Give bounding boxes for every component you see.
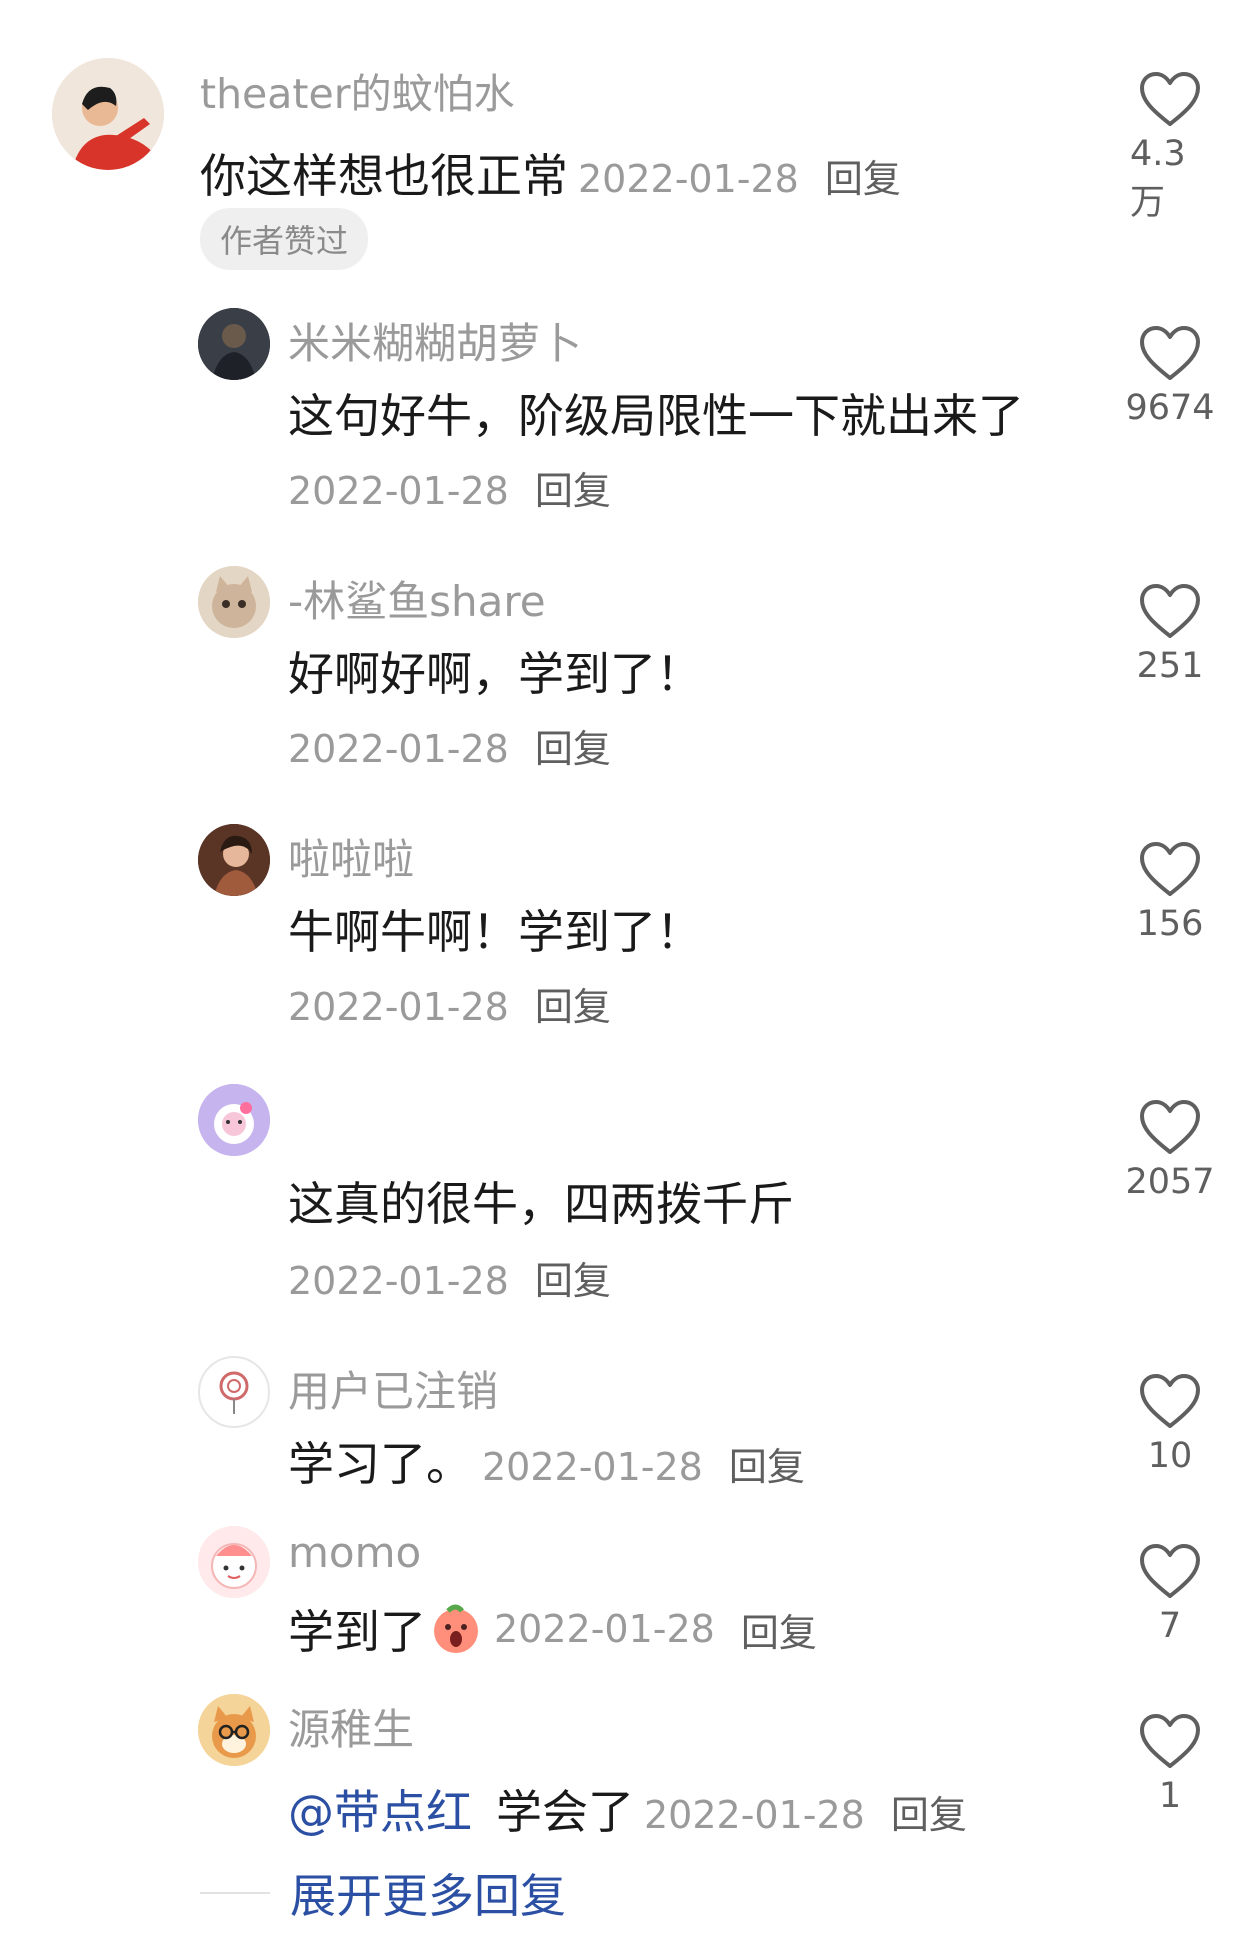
divider [200, 1892, 270, 1894]
like-count: 7 [1158, 1606, 1182, 1646]
like-count: 10 [1147, 1436, 1193, 1476]
reply-button[interactable]: 回复 [535, 1259, 611, 1303]
like-count: 156 [1136, 904, 1204, 944]
user-avatar[interactable] [198, 308, 270, 380]
comment-date: 2022-01-28 [494, 1607, 715, 1651]
comment-username[interactable]: theater的蚊怕水 [200, 60, 515, 120]
comment-meta: 2022-01-28 回复 [288, 976, 611, 1031]
comment-body: 学到了 2022-01-28 回复 [288, 1596, 817, 1662]
comment-text: 你这样想也很正常 [200, 149, 568, 203]
lollipop-avatar-icon [219, 1371, 249, 1414]
like-count: 1 [1158, 1776, 1182, 1816]
person-photo-avatar-icon [52, 58, 164, 170]
user-avatar[interactable] [52, 58, 164, 170]
comment-username[interactable]: 啦啦啦 [288, 826, 414, 887]
comment-meta: 2022-01-28 回复 [288, 460, 611, 515]
reply-button[interactable]: 回复 [741, 1602, 817, 1657]
comment-meta: 2022-01-28 回复 [288, 718, 611, 773]
comment-text: 学会了 [496, 1785, 634, 1839]
reply-button[interactable]: 回复 [825, 157, 901, 201]
comment-body: 你这样想也很正常 2022-01-28 回复 [200, 140, 901, 206]
cartoon-bun-avatar-icon [198, 1526, 270, 1598]
shiba-glasses-avatar-icon [198, 1694, 270, 1766]
comment-date: 2022-01-28 [288, 1259, 509, 1303]
user-avatar[interactable] [198, 1356, 270, 1428]
heart-icon [1140, 1544, 1200, 1598]
like-button[interactable]: 7 [1130, 1542, 1210, 1646]
heart-icon [1140, 1100, 1200, 1154]
comment-username[interactable]: momo [288, 1528, 421, 1577]
like-button[interactable]: 4.3万 [1130, 70, 1210, 225]
comment-date: 2022-01-28 [578, 157, 799, 201]
like-button[interactable]: 2057 [1125, 1098, 1215, 1202]
expand-more-label[interactable]: 展开更多回复 [290, 1860, 566, 1926]
like-button[interactable]: 10 [1130, 1372, 1210, 1476]
heart-icon [1140, 584, 1200, 638]
like-count: 9674 [1125, 388, 1215, 428]
comment-username[interactable]: 源稚生 [288, 1696, 414, 1757]
like-count: 2057 [1125, 1162, 1215, 1202]
comment-text: 好啊好啊，学到了！ [288, 647, 702, 701]
comment-text: 学到了 [288, 1605, 426, 1659]
comment-username[interactable]: -林鲨鱼share [288, 568, 546, 629]
comment-meta: 2022-01-28 回复 [288, 1250, 611, 1305]
comment-text: 学习了。 [288, 1437, 472, 1491]
dark-photo-avatar-icon [198, 308, 270, 380]
comment-body: @带点红 学会了 2022-01-28 回复 [288, 1776, 967, 1842]
comment-text: 这真的很牛，四两拨千斤 [288, 1177, 794, 1231]
like-button[interactable]: 1 [1130, 1712, 1210, 1816]
reply-button[interactable]: 回复 [729, 1445, 805, 1489]
cat-avatar-icon [198, 566, 270, 638]
user-avatar[interactable] [198, 1526, 270, 1598]
like-count: 251 [1136, 646, 1204, 686]
reply-button[interactable]: 回复 [535, 469, 611, 513]
comment-date: 2022-01-28 [288, 469, 509, 513]
mention-link[interactable]: @带点红 [288, 1785, 472, 1839]
heart-icon [1140, 842, 1200, 896]
comment-username[interactable]: 米米糊糊胡萝卜 [288, 310, 582, 371]
expand-more-replies[interactable]: 展开更多回复 [200, 1860, 566, 1926]
heart-icon [1140, 326, 1200, 380]
like-button[interactable]: 9674 [1125, 324, 1215, 428]
like-button[interactable]: 251 [1130, 582, 1210, 686]
user-avatar[interactable] [198, 824, 270, 896]
comment-date: 2022-01-28 [644, 1793, 865, 1837]
user-avatar[interactable] [198, 1694, 270, 1766]
user-avatar[interactable] [198, 566, 270, 638]
comment-text: 这句好牛，阶级局限性一下就出来了 [288, 389, 1024, 443]
screaming-peach-emoji-icon [428, 1601, 484, 1657]
comment-body: 学习了。 2022-01-28 回复 [288, 1428, 805, 1494]
reply-button[interactable]: 回复 [535, 985, 611, 1029]
reply-button[interactable]: 回复 [891, 1793, 967, 1837]
portrait-avatar-icon [198, 824, 270, 896]
author-liked-badge: 作者赞过 [200, 208, 369, 270]
reply-button[interactable]: 回复 [535, 727, 611, 771]
like-button[interactable]: 156 [1130, 840, 1210, 944]
user-avatar[interactable] [198, 1084, 270, 1156]
comment-text: 牛啊牛啊！学到了！ [288, 905, 702, 959]
comment-date: 2022-01-28 [288, 727, 509, 771]
heart-icon [1140, 1714, 1200, 1768]
heart-icon [1140, 72, 1200, 126]
comment-date: 2022-01-28 [482, 1445, 703, 1489]
heart-icon [1140, 1374, 1200, 1428]
comment-username[interactable]: 用户已注销 [288, 1358, 498, 1419]
hello-kitty-avatar-icon [198, 1084, 270, 1156]
like-count: 4.3万 [1130, 134, 1186, 223]
comment-date: 2022-01-28 [288, 985, 509, 1029]
